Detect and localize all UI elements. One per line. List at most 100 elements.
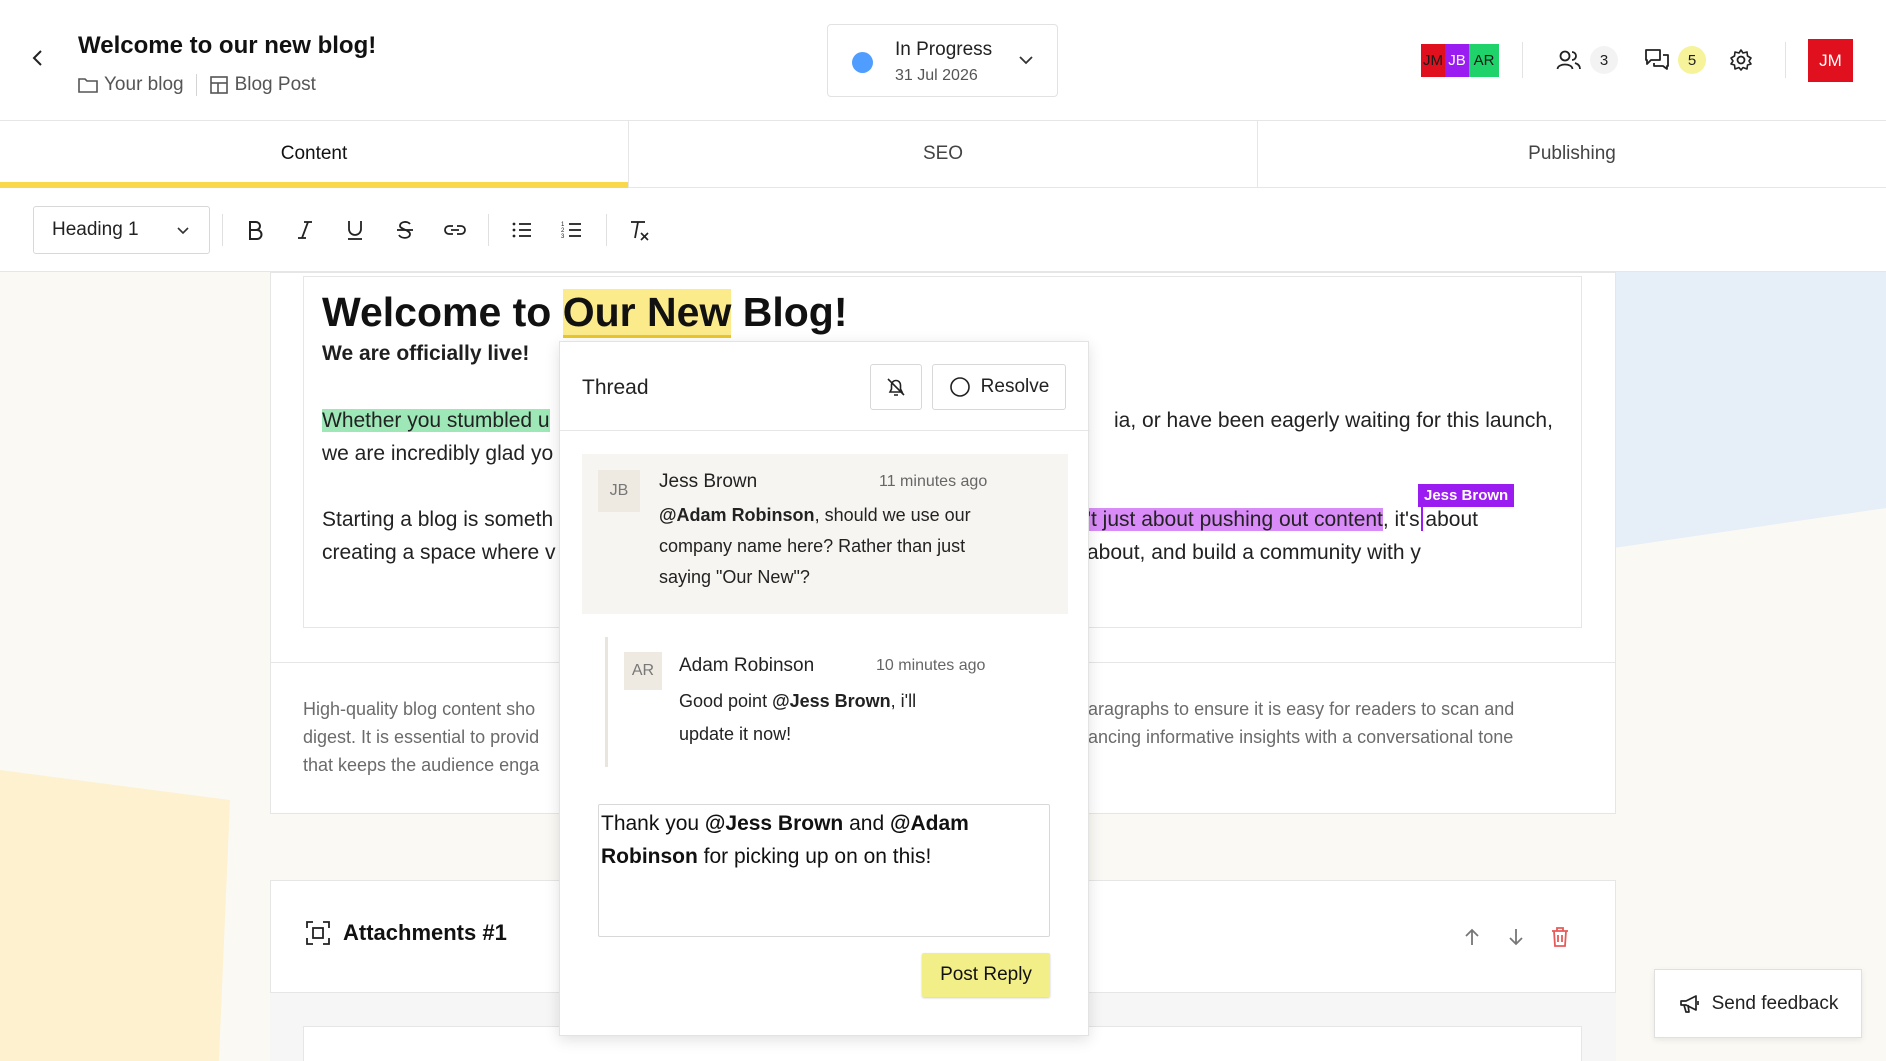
resolve-button[interactable]: Resolve xyxy=(932,364,1066,410)
reply-author: Adam Robinson xyxy=(679,655,815,676)
layout-icon xyxy=(209,76,228,94)
mention: @Jess Brown xyxy=(704,812,844,835)
highlighted-text[interactable]: 't just about pushing out content xyxy=(1087,508,1383,531)
back-button[interactable] xyxy=(26,46,50,70)
bullet-list-icon xyxy=(512,222,531,238)
comment: JB Jess Brown 11 minutes ago @Adam Robin… xyxy=(582,454,1068,614)
background-shape-blue xyxy=(1600,270,1886,550)
clear-format-icon xyxy=(631,221,649,241)
delete-button[interactable] xyxy=(1547,924,1573,950)
avatar: AR xyxy=(624,652,662,690)
avatar-ar: AR xyxy=(1469,44,1499,77)
comment-text-part: , should we use our xyxy=(814,505,971,525)
guidance-text: ancing informative insights with a conve… xyxy=(1088,727,1514,747)
comments-button[interactable]: 5 xyxy=(1644,46,1706,74)
reply-time: 10 minutes ago xyxy=(876,657,986,674)
reply-text-part: update it now! xyxy=(679,724,792,744)
header-divider xyxy=(1522,42,1523,78)
mention[interactable]: @Adam Robinson xyxy=(659,505,815,525)
mute-notifications-button[interactable] xyxy=(870,364,922,410)
paragraph-line: we are incredibly glad yo xyxy=(322,442,554,465)
tab-publishing[interactable]: Publishing xyxy=(1258,121,1886,187)
resolve-label: Resolve xyxy=(980,376,1050,397)
reply-text-part: Good point xyxy=(679,691,773,711)
draft-text: Thank you xyxy=(601,812,705,835)
paragraph-line: Whether you stumbled u xyxy=(322,409,550,433)
status-dropdown[interactable]: In Progress 31 Jul 2026 xyxy=(827,24,1058,97)
comments-count-badge: 5 xyxy=(1678,46,1706,74)
strikethrough-icon xyxy=(397,221,413,239)
send-feedback-button[interactable]: Send feedback xyxy=(1654,969,1862,1038)
attachments-title: Attachments #1 xyxy=(343,920,507,945)
status-label: In Progress xyxy=(895,39,993,60)
formatting-toolbar: Heading 1 123 xyxy=(0,188,1886,272)
highlighted-text[interactable]: Whether you stumbled u xyxy=(322,409,550,432)
chevron-down-icon xyxy=(177,227,189,235)
settings-button[interactable] xyxy=(1729,48,1753,72)
collaborator-avatars[interactable]: JM JB AR xyxy=(1421,44,1499,77)
page-title: Welcome to our new blog! xyxy=(78,32,377,59)
paragraph-text: , it's about xyxy=(1382,508,1478,531)
bold-button[interactable] xyxy=(240,215,270,245)
megaphone-icon xyxy=(1679,994,1699,1013)
header-divider xyxy=(1785,42,1786,78)
editor-heading: Welcome to Our New Blog! xyxy=(322,289,848,338)
paragraph-line: creating a space where v xyxy=(322,541,556,564)
collaborator-cursor-label: Jess Brown xyxy=(1418,484,1515,507)
mention[interactable]: @Jess Brown xyxy=(772,691,891,711)
move-down-button[interactable] xyxy=(1503,924,1529,950)
comment-thread-popover: Thread Resolve JB Jess Brown 11 minutes … xyxy=(559,341,1090,1036)
breadcrumb-divider xyxy=(195,74,197,96)
numbered-list-button[interactable]: 123 xyxy=(557,215,587,245)
background-shape-yellow xyxy=(0,770,230,1061)
tab-content[interactable]: Content xyxy=(0,121,629,188)
paragraph-line: Starting a blog is someth xyxy=(322,508,554,531)
users-button[interactable]: 3 xyxy=(1556,46,1618,74)
strikethrough-button[interactable] xyxy=(390,215,420,245)
italic-button[interactable] xyxy=(290,215,320,245)
arrow-up-icon xyxy=(1465,928,1479,945)
paragraph-line: about, and build a community with y xyxy=(1087,541,1421,564)
paragraph-line: ia, or have been eagerly waiting for thi… xyxy=(1114,409,1553,432)
circle-icon xyxy=(949,377,970,397)
toolbar-divider xyxy=(488,214,489,246)
comment-text-part: saying "Our New"? xyxy=(659,567,810,587)
draft-text: and xyxy=(843,812,890,835)
guidance-text: aragraphs to ensure it is easy for reade… xyxy=(1088,699,1515,719)
block-type-select[interactable]: Heading 1 xyxy=(33,206,210,254)
reply-text-part: , i'll xyxy=(890,691,917,711)
breadcrumb-your-blog[interactable]: Your blog xyxy=(78,74,184,96)
underline-button[interactable] xyxy=(340,215,370,245)
arrow-down-icon xyxy=(1509,929,1523,946)
breadcrumb-blog-post[interactable]: Blog Post xyxy=(209,74,316,96)
users-icon xyxy=(1556,50,1581,70)
bold-icon xyxy=(249,221,263,240)
tab-seo[interactable]: SEO xyxy=(629,121,1258,187)
block-type-value: Heading 1 xyxy=(52,219,139,240)
guidance-text: High-quality blog content sho xyxy=(303,699,536,719)
bullet-list-button[interactable] xyxy=(507,215,537,245)
commented-text[interactable]: Our New xyxy=(562,289,732,338)
top-header: Welcome to our new blog! Your blog Blog … xyxy=(0,0,1886,121)
mention: @Adam xyxy=(889,812,969,835)
comment-text-part: company name here? Rather than just xyxy=(659,536,966,556)
move-up-button[interactable] xyxy=(1459,924,1485,950)
comment-author: Jess Brown xyxy=(659,471,758,492)
comment-text: @Adam Robinson, should we use our compan… xyxy=(659,500,971,593)
reply-rail xyxy=(605,637,608,767)
link-button[interactable] xyxy=(440,215,470,245)
clear-format-button[interactable] xyxy=(624,215,654,245)
heading-text: Blog! xyxy=(731,289,848,335)
scan-icon xyxy=(306,921,330,945)
breadcrumb: Your blog Blog Post xyxy=(78,74,316,96)
draft-text: for picking up on on this! xyxy=(697,845,932,868)
breadcrumb-label: Blog Post xyxy=(234,74,316,95)
current-user-avatar[interactable]: JM xyxy=(1808,39,1853,82)
breadcrumb-label: Your blog xyxy=(104,74,184,95)
attachments-header: Attachments #1 xyxy=(305,920,507,946)
underline-icon xyxy=(348,221,362,240)
reply-input[interactable]: Thank you @Jess Brown and @Adam Robinson… xyxy=(598,804,1050,937)
post-reply-button[interactable]: Post Reply xyxy=(922,953,1050,997)
svg-text:3: 3 xyxy=(561,234,565,240)
bell-off-icon xyxy=(887,378,905,396)
